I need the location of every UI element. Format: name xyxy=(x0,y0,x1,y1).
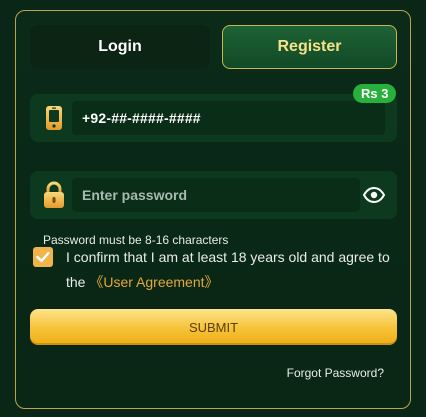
auth-tabs: Login Register xyxy=(30,25,397,69)
lock-icon xyxy=(38,179,70,211)
phone-field: +92-##-####-#### xyxy=(30,94,397,142)
password-input[interactable] xyxy=(82,187,360,203)
tab-login[interactable]: Login xyxy=(30,25,210,69)
submit-button[interactable]: SUBMIT xyxy=(30,309,397,345)
user-agreement-link[interactable]: 《User Agreement》 xyxy=(89,274,218,290)
agreement-text: I confirm that I am at least 18 years ol… xyxy=(66,245,402,295)
phone-input[interactable]: +92-##-####-#### xyxy=(72,101,385,135)
password-field xyxy=(30,171,397,219)
tab-register[interactable]: Register xyxy=(222,25,397,69)
checkmark-icon xyxy=(36,251,50,263)
auth-panel: Login Register +92-##-####-#### Rs 3 Pas… xyxy=(15,10,411,409)
eye-icon[interactable] xyxy=(363,185,385,205)
phone-value: +92-##-####-#### xyxy=(82,110,201,126)
forgot-password-link[interactable]: Forgot Password? xyxy=(287,366,384,380)
password-input-wrap xyxy=(72,178,360,212)
bonus-badge: Rs 3 xyxy=(353,84,397,103)
agreement-checkbox[interactable] xyxy=(33,247,53,267)
phone-icon xyxy=(38,102,70,134)
